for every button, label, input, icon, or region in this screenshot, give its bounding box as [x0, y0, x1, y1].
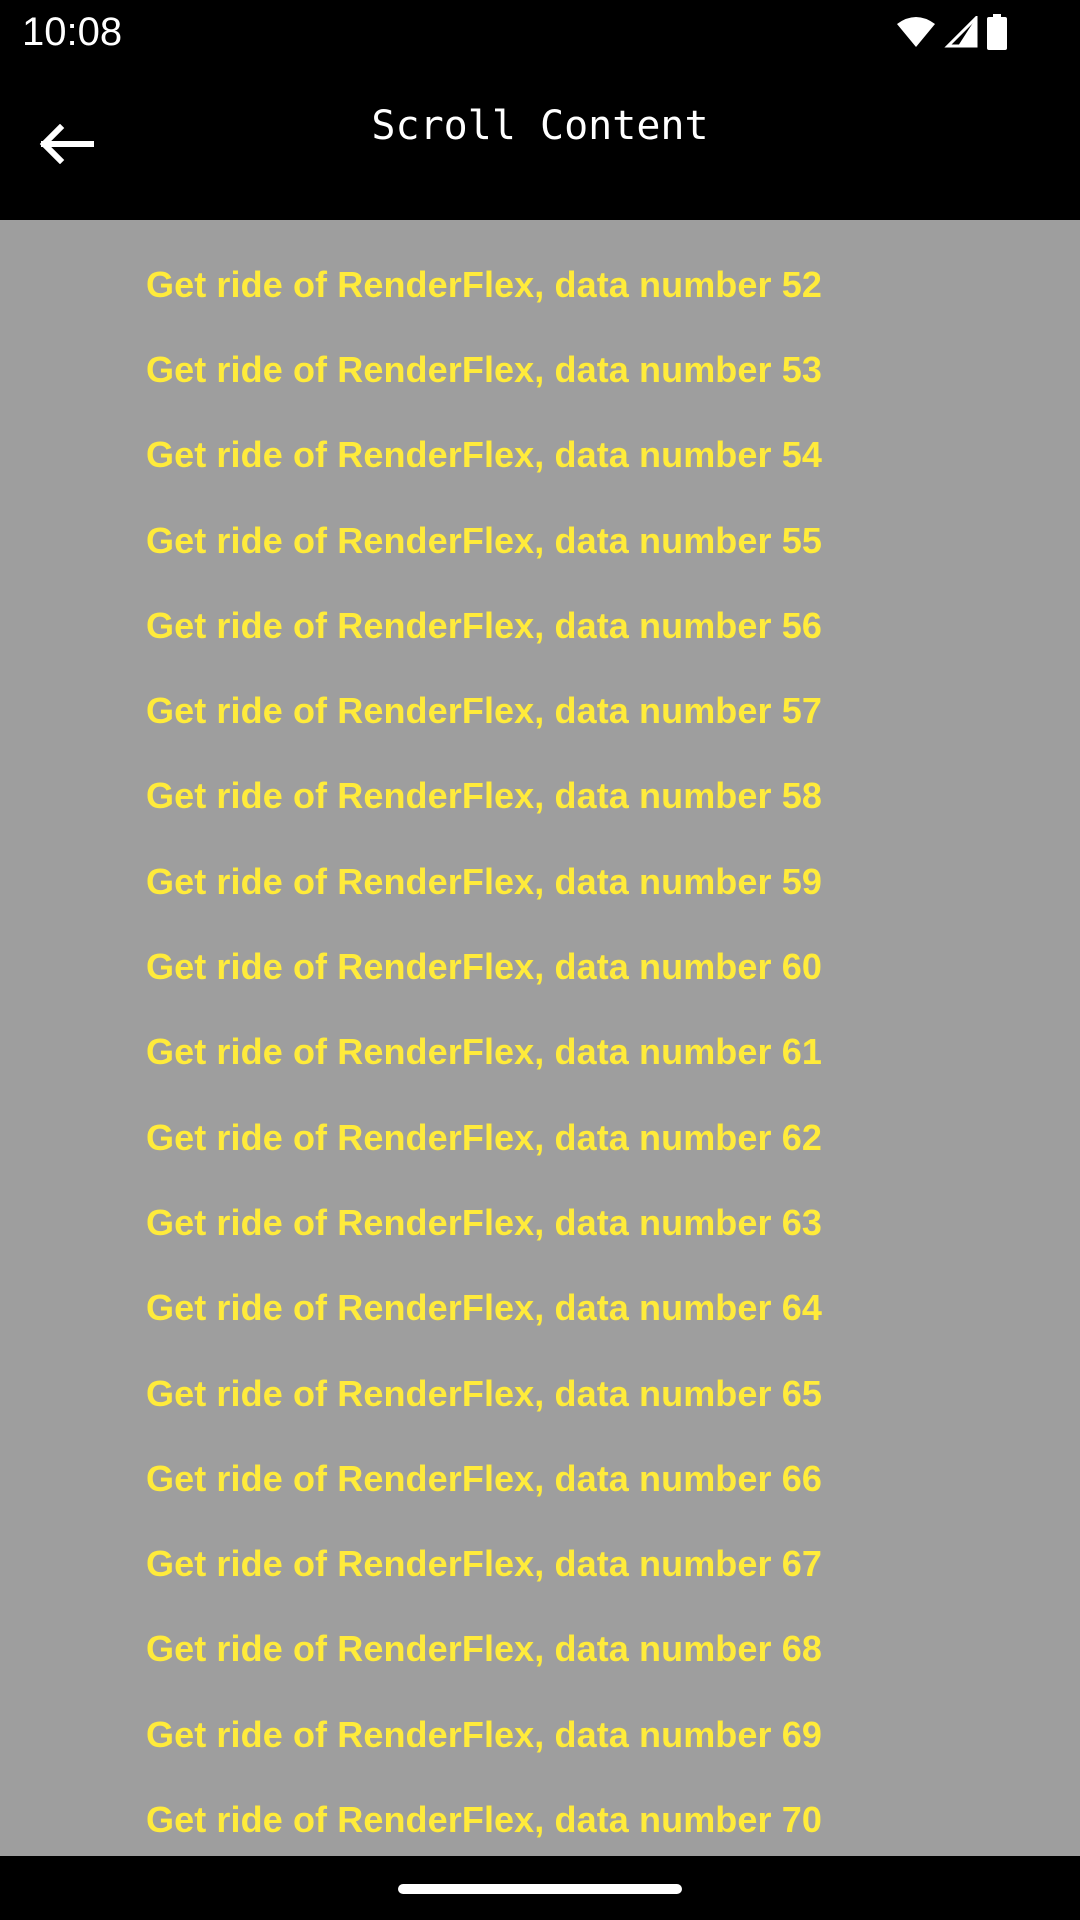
list-item: Get ride of RenderFlex, data number 59 — [0, 839, 1080, 924]
wifi-icon — [896, 16, 936, 48]
list-item: Get ride of RenderFlex, data number 63 — [0, 1180, 1080, 1265]
list-item: Get ride of RenderFlex, data number 53 — [0, 327, 1080, 412]
list-item: Get ride of RenderFlex, data number 54 — [0, 413, 1080, 498]
status-icons — [896, 12, 1008, 52]
scroll-content[interactable]: Get ride of RenderFlex, data number 52 G… — [0, 220, 1080, 1856]
list-item-text: Get ride of RenderFlex, data number 70 — [146, 1798, 822, 1840]
screen: 10:08 Scroll Content Get ride of RenderF… — [0, 0, 1080, 1920]
list-item-text: Get ride of RenderFlex, data number 56 — [146, 604, 822, 646]
cellular-signal-icon — [944, 16, 978, 48]
list-item: Get ride of RenderFlex, data number 57 — [0, 668, 1080, 753]
list-item: Get ride of RenderFlex, data number 60 — [0, 924, 1080, 1009]
battery-icon — [986, 14, 1008, 50]
list-item: Get ride of RenderFlex, data number 64 — [0, 1266, 1080, 1351]
list-item-text: Get ride of RenderFlex, data number 58 — [146, 775, 822, 817]
list-item-text: Get ride of RenderFlex, data number 66 — [146, 1457, 822, 1499]
home-indicator[interactable] — [398, 1884, 682, 1894]
list-item: Get ride of RenderFlex, data number 70 — [0, 1777, 1080, 1856]
list-item: Get ride of RenderFlex, data number 68 — [0, 1607, 1080, 1692]
list-item: Get ride of RenderFlex, data number 66 — [0, 1436, 1080, 1521]
list-item-text: Get ride of RenderFlex, data number 54 — [146, 434, 822, 476]
list-item: Get ride of RenderFlex, data number 69 — [0, 1692, 1080, 1777]
list-item-text: Get ride of RenderFlex, data number 57 — [146, 690, 822, 732]
list-item-text: Get ride of RenderFlex, data number 67 — [146, 1543, 822, 1585]
page-title: Scroll Content — [371, 103, 709, 149]
list-item: Get ride of RenderFlex, data number 58 — [0, 754, 1080, 839]
data-list: Get ride of RenderFlex, data number 52 G… — [0, 220, 1080, 1856]
list-item-text: Get ride of RenderFlex, data number 69 — [146, 1713, 822, 1755]
list-item: Get ride of RenderFlex, data number 67 — [0, 1521, 1080, 1606]
status-time: 10:08 — [22, 10, 123, 54]
list-item-text: Get ride of RenderFlex, data number 53 — [146, 348, 822, 390]
list-item: Get ride of RenderFlex, data number 65 — [0, 1351, 1080, 1436]
list-item-text: Get ride of RenderFlex, data number 62 — [146, 1116, 822, 1158]
app-bar: Scroll Content — [0, 64, 1080, 220]
list-item-text: Get ride of RenderFlex, data number 68 — [146, 1628, 822, 1670]
list-item-text: Get ride of RenderFlex, data number 52 — [146, 263, 822, 305]
navigation-bar — [0, 1856, 1080, 1920]
list-item: Get ride of RenderFlex, data number 62 — [0, 1095, 1080, 1180]
list-item-text: Get ride of RenderFlex, data number 64 — [146, 1287, 822, 1329]
list-item: Get ride of RenderFlex, data number 55 — [0, 498, 1080, 583]
list-item-text: Get ride of RenderFlex, data number 55 — [146, 519, 822, 561]
list-item-text: Get ride of RenderFlex, data number 59 — [146, 860, 822, 902]
list-item-text: Get ride of RenderFlex, data number 63 — [146, 1201, 822, 1243]
list-item-text: Get ride of RenderFlex, data number 60 — [146, 946, 822, 988]
list-item-text: Get ride of RenderFlex, data number 65 — [146, 1372, 822, 1414]
status-bar: 10:08 — [0, 0, 1080, 64]
list-item-text: Get ride of RenderFlex, data number 61 — [146, 1031, 822, 1073]
list-item: Get ride of RenderFlex, data number 52 — [0, 242, 1080, 327]
list-item: Get ride of RenderFlex, data number 61 — [0, 1010, 1080, 1095]
list-item: Get ride of RenderFlex, data number 56 — [0, 583, 1080, 668]
